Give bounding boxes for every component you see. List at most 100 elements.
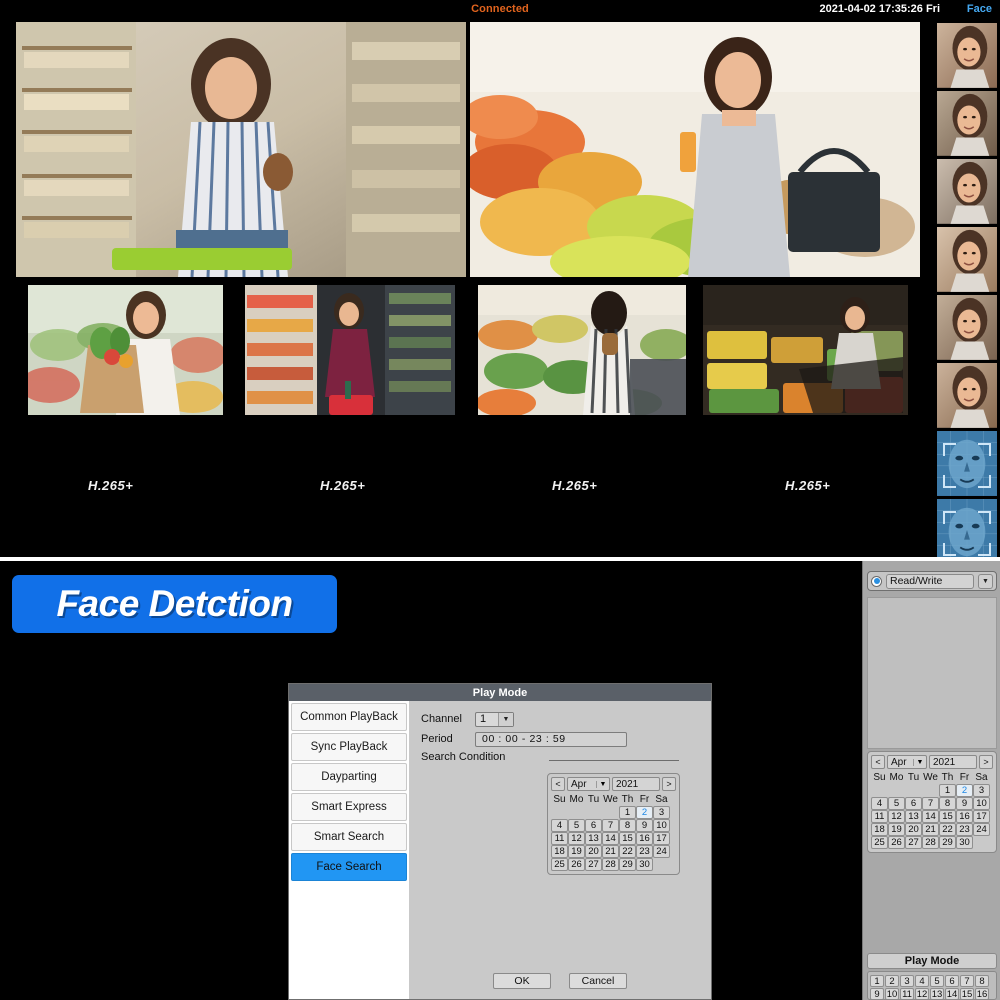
calendar-day[interactable]: 4 xyxy=(551,819,568,832)
face-thumbnail[interactable] xyxy=(936,90,998,157)
calendar-day[interactable]: 25 xyxy=(551,858,568,871)
calendar-day[interactable]: 17 xyxy=(973,810,990,823)
ok-button[interactable]: OK xyxy=(493,973,551,989)
face-thumbnail[interactable] xyxy=(936,294,998,361)
calendar-day[interactable]: 13 xyxy=(585,832,602,845)
channel-number-grid[interactable]: 1 2 3 4 5 6 7 8 9 10 11 12 13 14 15 16 xyxy=(867,971,997,1000)
dialog-calendar-month-select[interactable]: Apr ▼ xyxy=(567,777,610,791)
calendar-day[interactable]: 28 xyxy=(922,836,939,849)
calendar-day[interactable]: 3 xyxy=(973,784,990,797)
calendar-day[interactable]: 2 xyxy=(636,806,653,819)
camera-tile-main-2[interactable] xyxy=(470,22,920,277)
face-thumbnail[interactable] xyxy=(936,498,998,565)
playback-mode-list[interactable]: Common PlayBack Sync PlayBack Dayparting Sm… xyxy=(289,701,409,999)
camera-tile-small-4[interactable] xyxy=(703,285,908,415)
calendar-day[interactable]: 30 xyxy=(636,858,653,871)
face-thumbnail[interactable] xyxy=(936,430,998,497)
channel-button[interactable]: 12 xyxy=(915,988,929,999)
calendar-day[interactable]: 26 xyxy=(568,858,585,871)
calendar-day[interactable]: 22 xyxy=(939,823,956,836)
channel-button[interactable]: 2 xyxy=(885,975,899,987)
right-calendar[interactable]: < Apr ▼ 2021 > Su Mo Tu We Th Fr Sa 1 2 3 4 5 6 7 8 9 10 11 12 1… xyxy=(867,751,997,853)
face-thumbnail[interactable] xyxy=(936,158,998,225)
channel-button[interactable]: 11 xyxy=(900,988,914,999)
read-write-selector[interactable]: Read/Write ▼ xyxy=(867,571,997,591)
calendar-day[interactable]: 7 xyxy=(602,819,619,832)
calendar-day[interactable]: 24 xyxy=(973,823,990,836)
calendar-day[interactable]: 2 xyxy=(956,784,973,797)
calendar-day[interactable]: 29 xyxy=(619,858,636,871)
channel-button[interactable]: 3 xyxy=(900,975,914,987)
calendar-day[interactable]: 16 xyxy=(956,810,973,823)
face-thumbnail[interactable] xyxy=(936,22,998,89)
calendar-day[interactable]: 20 xyxy=(585,845,602,858)
calendar-day[interactable]: 15 xyxy=(619,832,636,845)
playback-mode-button-3[interactable]: Smart Express xyxy=(291,793,407,821)
calendar-day[interactable]: 17 xyxy=(653,832,670,845)
calendar-day[interactable]: 30 xyxy=(956,836,973,849)
calendar-day[interactable]: 1 xyxy=(939,784,956,797)
channel-button[interactable]: 6 xyxy=(945,975,959,987)
calendar-day[interactable]: 13 xyxy=(905,810,922,823)
tab-face[interactable]: Face xyxy=(967,3,992,15)
radio-icon[interactable] xyxy=(871,575,882,587)
calendar-day[interactable]: 9 xyxy=(956,797,973,810)
calendar-day[interactable]: 3 xyxy=(653,806,670,819)
calendar-day[interactable]: 11 xyxy=(551,832,568,845)
calendar-day[interactable]: 14 xyxy=(602,832,619,845)
calendar-day[interactable]: 27 xyxy=(905,836,922,849)
face-thumbnail[interactable] xyxy=(936,226,998,293)
calendar-day[interactable]: 15 xyxy=(939,810,956,823)
calendar-day[interactable]: 6 xyxy=(585,819,602,832)
calendar-day[interactable]: 8 xyxy=(619,819,636,832)
dialog-calendar-prev-button[interactable]: < xyxy=(551,777,565,791)
cancel-button[interactable]: Cancel xyxy=(569,973,627,989)
calendar-day[interactable]: 12 xyxy=(568,832,585,845)
channel-button[interactable]: 9 xyxy=(870,988,884,999)
camera-tile-main-1[interactable] xyxy=(16,22,466,277)
calendar-day[interactable]: 28 xyxy=(602,858,619,871)
calendar-day[interactable]: 22 xyxy=(619,845,636,858)
calendar-day[interactable]: 12 xyxy=(888,810,905,823)
calendar-day[interactable]: 11 xyxy=(871,810,888,823)
calendar-day[interactable]: 23 xyxy=(636,845,653,858)
calendar-day[interactable]: 19 xyxy=(568,845,585,858)
dialog-calendar[interactable]: < Apr ▼ 2021 > Su Mo Tu We Th Fr Sa 1 2 3 4 5 6 7 8 9 10 11 12 1… xyxy=(547,773,680,875)
calendar-day[interactable]: 25 xyxy=(871,836,888,849)
right-calendar-prev-button[interactable]: < xyxy=(871,755,885,769)
camera-tile-small-2[interactable] xyxy=(245,285,455,415)
calendar-day[interactable]: 21 xyxy=(602,845,619,858)
calendar-day[interactable]: 27 xyxy=(585,858,602,871)
right-calendar-year-value[interactable]: 2021 xyxy=(929,755,977,769)
right-calendar-next-button[interactable]: > xyxy=(979,755,993,769)
calendar-day[interactable]: 21 xyxy=(922,823,939,836)
calendar-day[interactable]: 5 xyxy=(568,819,585,832)
playback-mode-button-4[interactable]: Smart Search xyxy=(291,823,407,851)
calendar-day[interactable]: 18 xyxy=(551,845,568,858)
channel-button[interactable]: 15 xyxy=(960,988,974,999)
calendar-day[interactable]: 5 xyxy=(888,797,905,810)
calendar-day[interactable]: 10 xyxy=(973,797,990,810)
calendar-day[interactable]: 23 xyxy=(956,823,973,836)
calendar-day[interactable]: 26 xyxy=(888,836,905,849)
channel-button[interactable]: 7 xyxy=(960,975,974,987)
channel-button[interactable]: 13 xyxy=(930,988,944,999)
dialog-calendar-day-grid[interactable]: 1 2 3 4 5 6 7 8 9 10 11 12 13 14 15 16 17 18 19 20 21 22 23 24 2… xyxy=(548,805,673,874)
camera-tile-small-1[interactable] xyxy=(28,285,223,415)
calendar-day[interactable]: 24 xyxy=(653,845,670,858)
playback-mode-button-0[interactable]: Common PlayBack xyxy=(291,703,407,731)
play-mode-button[interactable]: Play Mode xyxy=(867,953,997,969)
dialog-calendar-next-button[interactable]: > xyxy=(662,777,676,791)
playback-mode-button-5[interactable]: Face Search xyxy=(291,853,407,881)
calendar-day[interactable]: 4 xyxy=(871,797,888,810)
face-capture-strip[interactable] xyxy=(936,22,1000,565)
calendar-day[interactable]: 18 xyxy=(871,823,888,836)
calendar-day[interactable]: 8 xyxy=(939,797,956,810)
period-input[interactable]: 00 : 00 - 23 : 59 xyxy=(475,731,627,747)
channel-button[interactable]: 4 xyxy=(915,975,929,987)
face-thumbnail[interactable] xyxy=(936,362,998,429)
calendar-day[interactable]: 29 xyxy=(939,836,956,849)
right-calendar-day-grid[interactable]: 1 2 3 4 5 6 7 8 9 10 11 12 13 14 15 16 17 18 19 20 21 22 23 24 2… xyxy=(868,783,993,852)
calendar-day[interactable]: 6 xyxy=(905,797,922,810)
calendar-day[interactable]: 20 xyxy=(905,823,922,836)
